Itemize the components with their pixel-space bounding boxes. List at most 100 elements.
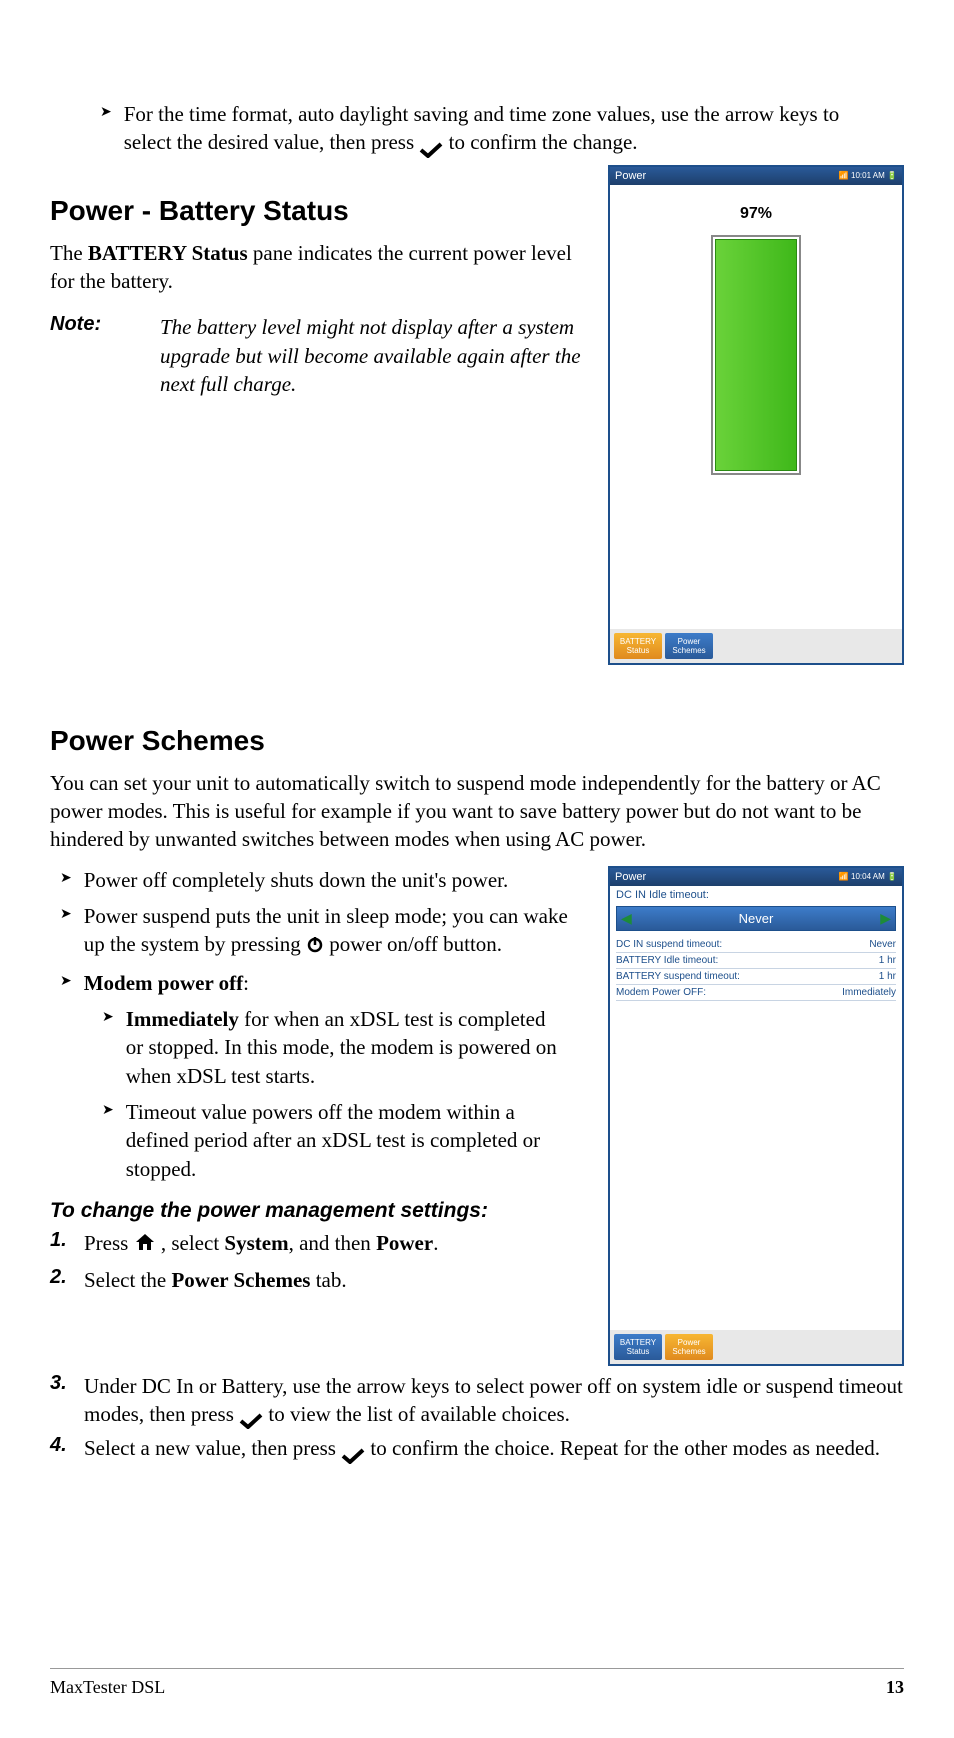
select-dc-in-idle[interactable]: ◀ Never ▶ bbox=[616, 906, 896, 931]
heading-battery-status: Power - Battery Status bbox=[50, 195, 588, 227]
row-val: 1 hr bbox=[879, 955, 896, 966]
bullet-item: ➤ For the time format, auto daylight sav… bbox=[100, 100, 904, 157]
tab-power-schemes[interactable]: Power Schemes bbox=[665, 633, 713, 659]
screenshot-tabs: BATTERY Status Power Schemes bbox=[610, 629, 902, 663]
table-row[interactable]: Modem Power OFF: Immediately bbox=[616, 985, 896, 1001]
check-icon bbox=[341, 1443, 365, 1459]
bullet-text: For the time format, auto daylight savin… bbox=[124, 100, 884, 157]
screenshot-title: Power bbox=[615, 871, 646, 883]
text-bold: Power bbox=[376, 1231, 433, 1255]
note: Note: The battery level might not displa… bbox=[50, 313, 588, 398]
home-icon bbox=[134, 1231, 156, 1259]
step-text: Select a new value, then press to confir… bbox=[84, 1434, 880, 1462]
footer-left: MaxTester DSL bbox=[50, 1677, 165, 1698]
text: to confirm the change. bbox=[449, 130, 638, 154]
row-key: Modem Power OFF: bbox=[616, 987, 706, 998]
heading-power-schemes: Power Schemes bbox=[50, 725, 904, 757]
chevron-left-icon[interactable]: ◀ bbox=[621, 910, 632, 927]
tab-battery-status[interactable]: BATTERY Status bbox=[614, 633, 662, 659]
screenshot-time: 📶 10:04 AM 🔋 bbox=[839, 872, 897, 881]
table-row[interactable]: BATTERY Idle timeout: 1 hr bbox=[616, 953, 896, 969]
note-text: The battery level might not display afte… bbox=[160, 313, 588, 398]
screenshot-time: 📶 10:01 AM 🔋 bbox=[839, 171, 897, 180]
text: to confirm the choice. Repeat for the ot… bbox=[370, 1436, 880, 1460]
text: Select the bbox=[84, 1268, 171, 1292]
step-number: 4. bbox=[50, 1434, 84, 1462]
row-val: 1 hr bbox=[879, 971, 896, 982]
page-number: 13 bbox=[886, 1677, 904, 1698]
schemes-section: ➤ Power off completely shuts down the un… bbox=[50, 866, 904, 1366]
row-val: Immediately bbox=[842, 987, 896, 998]
step-text: Under DC In or Battery, use the arrow ke… bbox=[84, 1372, 904, 1429]
arrowhead-icon: ➤ bbox=[102, 1102, 114, 1183]
arrowhead-icon: ➤ bbox=[60, 973, 72, 997]
step-number: 3. bbox=[50, 1372, 84, 1429]
text: . bbox=[433, 1231, 438, 1255]
step-number: 1. bbox=[50, 1229, 84, 1259]
paragraph: The BATTERY Status pane indicates the cu… bbox=[50, 239, 588, 296]
screenshot-title: Power bbox=[615, 170, 646, 182]
step-4: 4. Select a new value, then press to con… bbox=[50, 1434, 904, 1462]
settings-table: DC IN suspend timeout: Never BATTERY Idle… bbox=[616, 937, 896, 1001]
arrowhead-icon: ➤ bbox=[100, 104, 112, 157]
arrowhead-icon: ➤ bbox=[102, 1009, 114, 1090]
battery-outline bbox=[711, 235, 801, 475]
text: tab. bbox=[310, 1268, 346, 1292]
step-1: 1. Press , select System, and then Power… bbox=[50, 1229, 588, 1259]
page-footer: MaxTester DSL 13 bbox=[50, 1668, 904, 1698]
row-val: Never bbox=[869, 939, 896, 950]
check-icon bbox=[239, 1408, 263, 1424]
bullet-item: ➤ Power suspend puts the unit in sleep m… bbox=[60, 902, 588, 961]
text: Select a new value, then press bbox=[84, 1436, 341, 1460]
text-bold: Immediately bbox=[126, 1007, 239, 1031]
text: , and then bbox=[289, 1231, 376, 1255]
bullet-text: Power suspend puts the unit in sleep mod… bbox=[84, 902, 568, 961]
row-key: BATTERY suspend timeout: bbox=[616, 971, 740, 982]
step-2: 2. Select the Power Schemes tab. bbox=[50, 1266, 588, 1294]
page-content: ➤ For the time format, auto daylight sav… bbox=[50, 100, 904, 1463]
screenshot-battery-status: Power 📶 10:01 AM 🔋 97% BATTERY Status Po… bbox=[608, 165, 904, 665]
battery-fill bbox=[715, 239, 797, 471]
bullet-text: Timeout value powers off the modem withi… bbox=[126, 1098, 568, 1183]
row-key: DC IN suspend timeout: bbox=[616, 939, 722, 950]
screenshot-tabs: BATTERY Status Power Schemes bbox=[610, 1330, 902, 1364]
text: : bbox=[243, 971, 249, 995]
select-value: Never bbox=[739, 911, 774, 926]
screenshot-header: Power 📶 10:01 AM 🔋 bbox=[610, 167, 902, 185]
text: to view the list of available choices. bbox=[268, 1402, 570, 1426]
text: The bbox=[50, 241, 88, 265]
battery-percent: 97% bbox=[610, 205, 902, 223]
arrowhead-icon: ➤ bbox=[60, 870, 72, 894]
arrowhead-icon: ➤ bbox=[60, 906, 72, 961]
bullet-item-nested: ➤ Timeout value powers off the modem wit… bbox=[102, 1098, 588, 1183]
battery-status-section: Power - Battery Status The BATTERY Statu… bbox=[50, 165, 904, 665]
text-bold: BATTERY Status bbox=[88, 241, 248, 265]
note-label: Note: bbox=[50, 313, 160, 398]
bullet-text: Power off completely shuts down the unit… bbox=[84, 866, 509, 894]
text-bold: System bbox=[224, 1231, 288, 1255]
text: power on/off button. bbox=[329, 932, 502, 956]
table-row[interactable]: BATTERY suspend timeout: 1 hr bbox=[616, 969, 896, 985]
instructions-heading: To change the power management settings: bbox=[50, 1199, 588, 1223]
screenshot-power-schemes: Power 📶 10:04 AM 🔋 DC IN Idle timeout: ◀… bbox=[608, 866, 904, 1366]
paragraph: You can set your unit to automatically s… bbox=[50, 769, 904, 854]
bullet-item-nested: ➤ Immediately for when an xDSL test is c… bbox=[102, 1005, 588, 1090]
text: , select bbox=[161, 1231, 225, 1255]
tab-battery-status[interactable]: BATTERY Status bbox=[614, 1334, 662, 1360]
bullet-item: ➤ Modem power off: bbox=[60, 969, 588, 997]
bullet-text: Immediately for when an xDSL test is com… bbox=[126, 1005, 568, 1090]
power-icon bbox=[306, 932, 324, 960]
text: Press bbox=[84, 1231, 134, 1255]
bullet-text: Modem power off: bbox=[84, 969, 249, 997]
chevron-right-icon[interactable]: ▶ bbox=[880, 910, 891, 927]
step-number: 2. bbox=[50, 1266, 84, 1294]
step-text: Press , select System, and then Power. bbox=[84, 1229, 438, 1259]
text-bold: Modem power off bbox=[84, 971, 243, 995]
bullet-item: ➤ Power off completely shuts down the un… bbox=[60, 866, 588, 894]
text-bold: Power Schemes bbox=[171, 1268, 310, 1292]
check-icon bbox=[419, 137, 443, 153]
tab-power-schemes[interactable]: Power Schemes bbox=[665, 1334, 713, 1360]
screenshot-header: Power 📶 10:04 AM 🔋 bbox=[610, 868, 902, 886]
table-row[interactable]: DC IN suspend timeout: Never bbox=[616, 937, 896, 953]
row-key: BATTERY Idle timeout: bbox=[616, 955, 718, 966]
